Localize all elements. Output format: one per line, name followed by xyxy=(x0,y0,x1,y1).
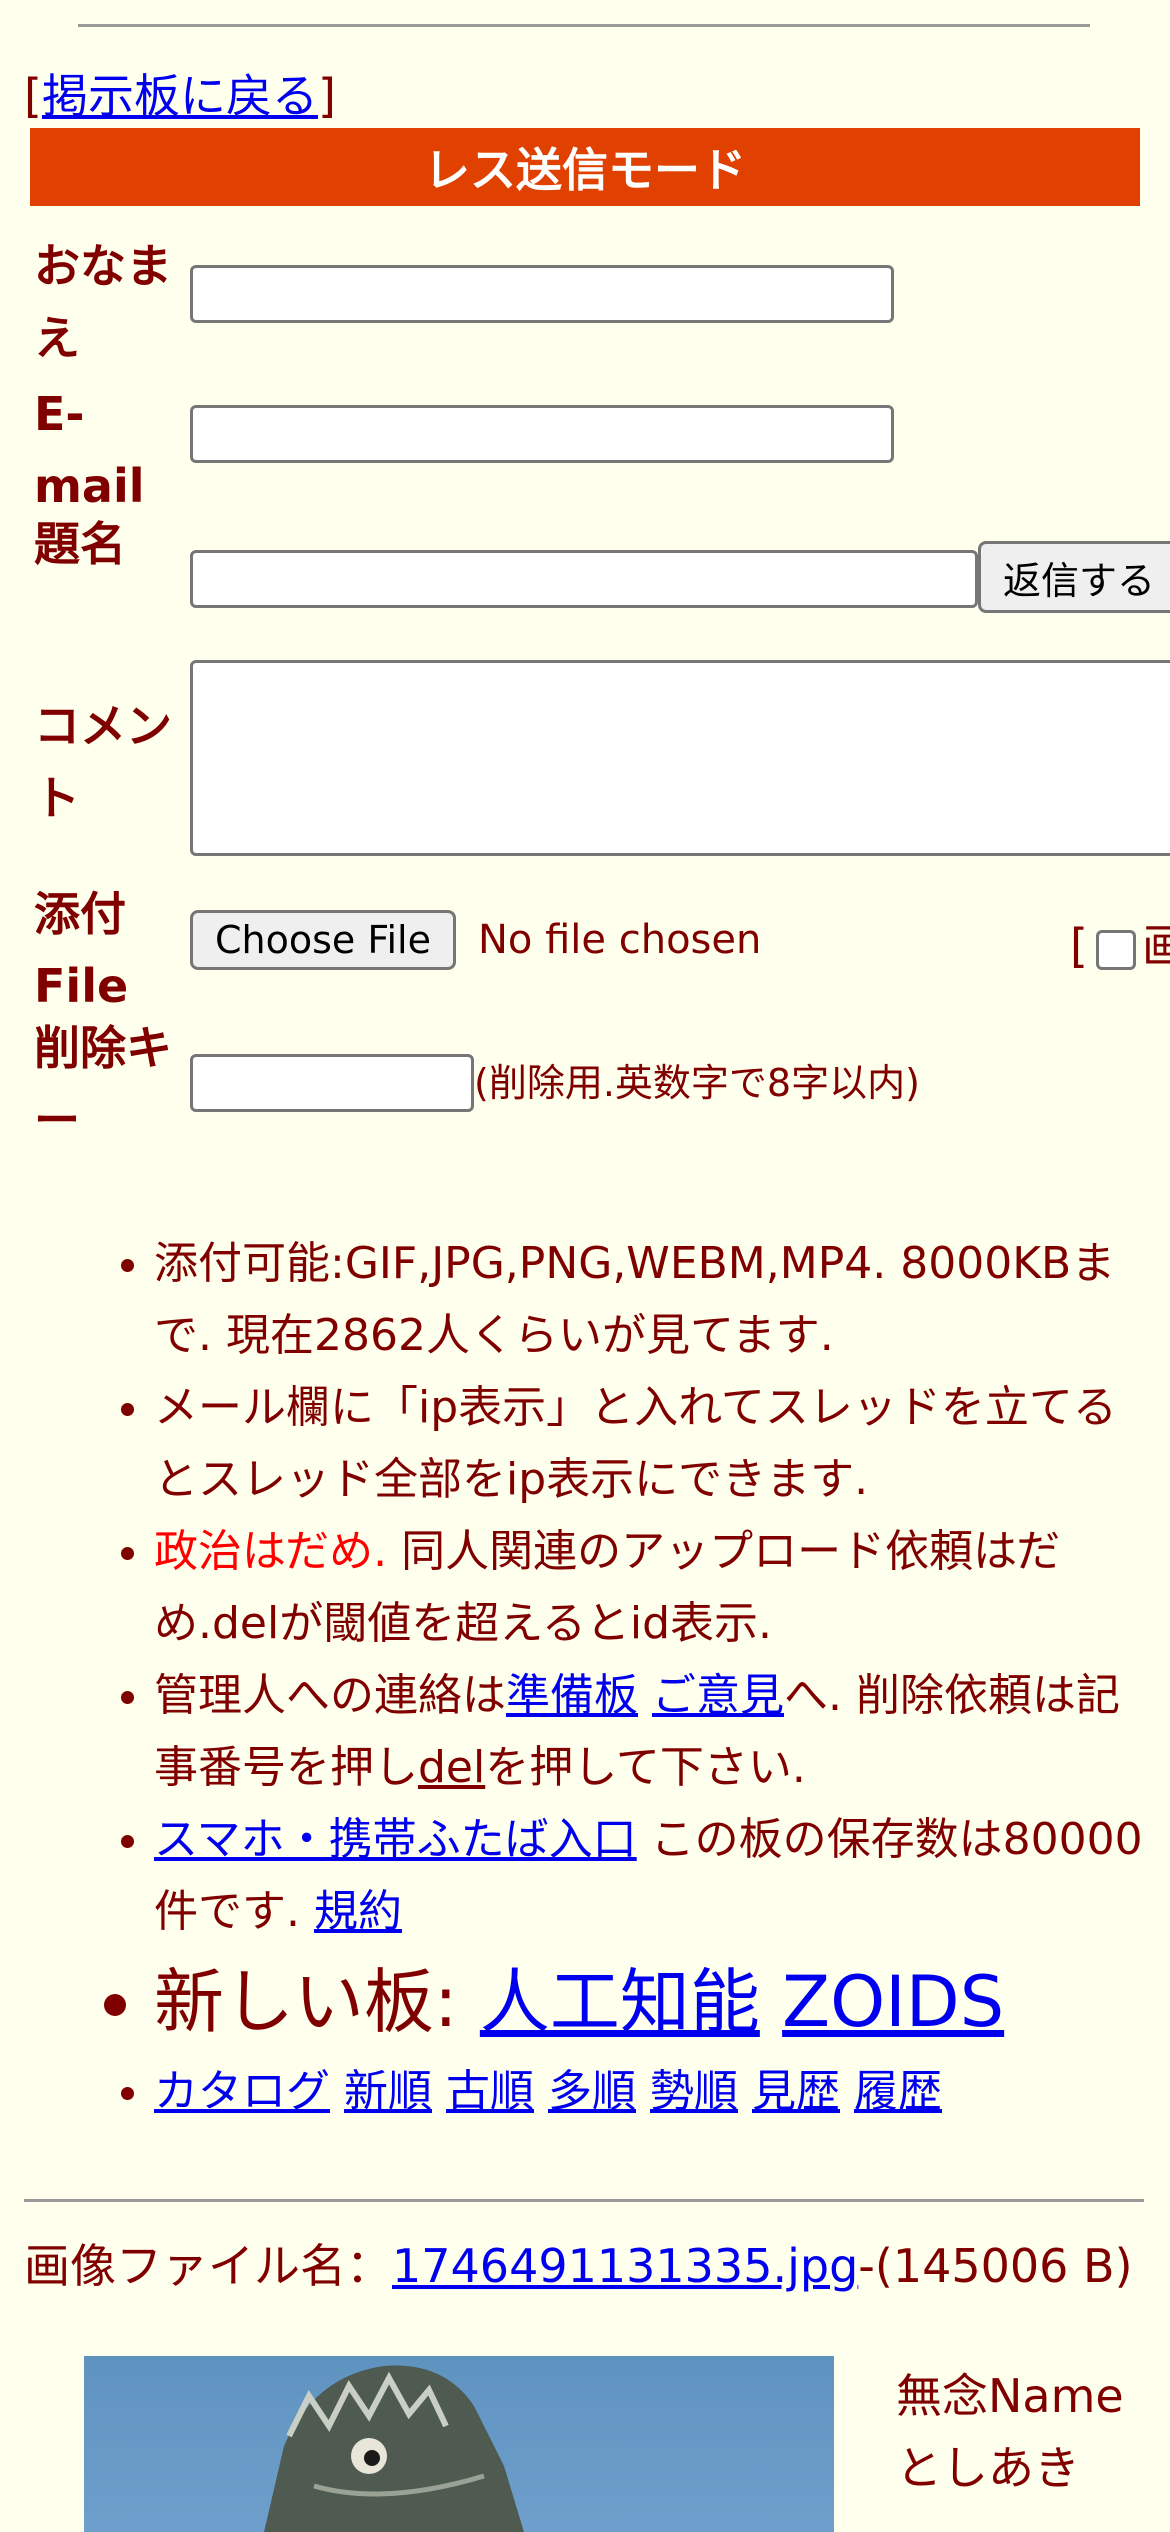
sort-old-link[interactable]: 古順 xyxy=(446,2066,534,2117)
politics-warning: 政治はだめ. xyxy=(154,1526,388,1577)
subject-input[interactable] xyxy=(190,550,978,608)
subject-label: 題名 xyxy=(34,517,126,571)
delete-key-note: (削除用.英数字で8字以内) xyxy=(474,1061,920,1105)
delete-key-input[interactable] xyxy=(190,1054,474,1112)
mid-divider xyxy=(24,2199,1144,2202)
name-label: おなまえ xyxy=(34,239,172,365)
mobile-entrance-link[interactable]: スマホ・携帯ふたば入口 xyxy=(154,1814,637,1865)
catalog-link[interactable]: カタログ xyxy=(154,2066,330,2117)
top-divider xyxy=(78,24,1090,27)
post-file-info: 画像ファイル名：1746491131335.jpg-(145006 B) xyxy=(24,2239,1133,2293)
back-to-board-link[interactable]: 掲示板に戻る xyxy=(42,69,318,123)
note-item: メール欄に「ip表示」と入れてスレッドを立てるとスレッド全部をip表示にできます… xyxy=(154,1372,1170,1516)
opinion-link[interactable]: ご意見 xyxy=(652,1670,784,1721)
note-item: スマホ・携帯ふたば入口 この板の保存数は80000件です. 規約 xyxy=(154,1804,1170,1948)
email-label: E-mail xyxy=(34,387,145,513)
open-bracket: [ xyxy=(24,69,42,123)
note-item: 政治はだめ. 同人関連のアップロード依頼はだめ.delが閾値を超えるとid表示. xyxy=(154,1516,1170,1660)
choose-file-button[interactable]: Choose File xyxy=(190,910,456,970)
zoids-board-link[interactable]: ZOIDS xyxy=(782,1961,1004,2043)
sort-links-item: カタログ 新順 古順 多順 勢順 見歴 履歴 xyxy=(154,2056,1170,2128)
comment-textarea[interactable] xyxy=(190,660,1170,856)
file-label: 添付File xyxy=(34,887,129,1013)
terms-link[interactable]: 規約 xyxy=(314,1886,402,1937)
new-boards-item: 新しい板: 人工知能 ZOIDS xyxy=(154,1948,1170,2056)
option-bracket: [ xyxy=(1070,919,1088,973)
poster-name: 無念Name としあき xyxy=(896,2360,1124,2504)
comment-label: コメント xyxy=(34,699,172,825)
reply-mode-header: レス送信モード xyxy=(30,128,1140,206)
ai-board-link[interactable]: 人工知能 xyxy=(480,1961,760,2043)
image-option: [画 xyxy=(1070,910,1170,976)
delete-key-label: 削除キー xyxy=(34,1021,172,1147)
post-thumbnail-image[interactable] xyxy=(84,2356,834,2532)
note-item: 添付可能:GIF,JPG,PNG,WEBM,MP4. 8000KBまで. 現在2… xyxy=(154,1228,1170,1372)
close-bracket: ] xyxy=(317,69,336,123)
sort-many-link[interactable]: 多順 xyxy=(548,2066,636,2117)
del-link[interactable]: del xyxy=(418,1742,485,1793)
reply-submit-button[interactable]: 返信する xyxy=(978,541,1170,613)
no-file-chosen-text: No file chosen xyxy=(478,917,762,963)
board-notes: 添付可能:GIF,JPG,PNG,WEBM,MP4. 8000KBまで. 現在2… xyxy=(0,1228,1170,2128)
option-label-cut: 画 xyxy=(1141,919,1170,973)
sort-new-link[interactable]: 新順 xyxy=(344,2066,432,2117)
poster-name-value: としあき xyxy=(896,2441,1080,2495)
image-option-checkbox[interactable] xyxy=(1095,929,1136,970)
email-input[interactable] xyxy=(190,405,894,463)
note-item: 管理人への連絡は準備板 ご意見へ. 削除依頼は記事番号を押しdelを押して下さい… xyxy=(154,1660,1170,1804)
post-image-link[interactable]: 1746491131335.jpg xyxy=(392,2239,858,2293)
post-history-link[interactable]: 履歴 xyxy=(854,2066,942,2117)
viewed-history-link[interactable]: 見歴 xyxy=(752,2066,840,2117)
sort-momentum-link[interactable]: 勢順 xyxy=(650,2066,738,2117)
name-label-line: 無念Name xyxy=(896,2369,1124,2423)
name-input[interactable] xyxy=(190,265,894,323)
back-nav: [掲示板に戻る] xyxy=(24,60,336,126)
junbi-board-link[interactable]: 準備板 xyxy=(506,1670,638,1721)
file-size: -(145006 B) xyxy=(858,2239,1133,2293)
thumbnail-art xyxy=(264,2365,524,2532)
